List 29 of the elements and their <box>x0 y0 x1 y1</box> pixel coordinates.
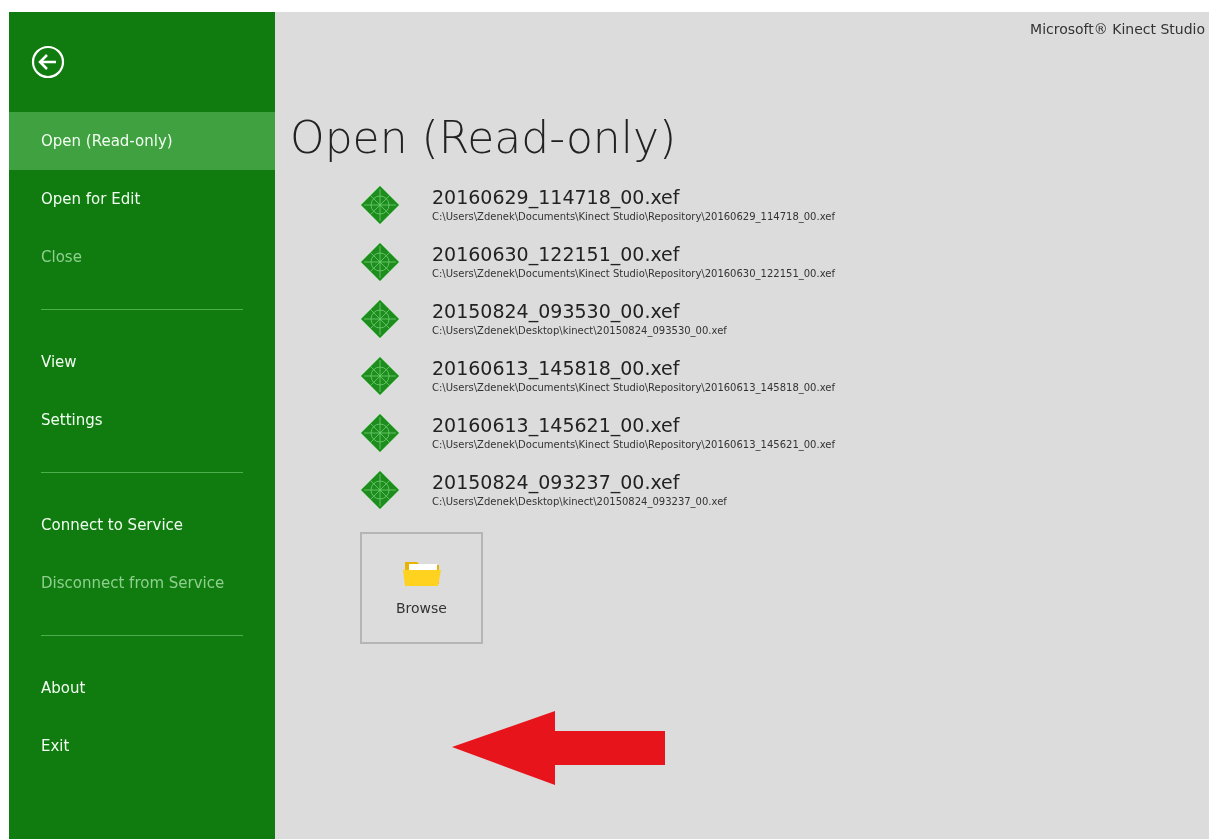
file-name[interactable]: 20160613_145818_00.xef <box>432 355 835 380</box>
menu-item[interactable]: Settings <box>9 391 275 449</box>
file-name[interactable]: 20160613_145621_00.xef <box>432 412 835 437</box>
menu-item[interactable]: View <box>9 333 275 391</box>
file-name[interactable]: 20160629_114718_00.xef <box>432 184 835 209</box>
menu-item[interactable]: Open (Read-only) <box>9 112 275 170</box>
menu-item[interactable]: Connect to Service <box>9 496 275 554</box>
file-path: C:\Users\Zdenek\Documents\Kinect Studio\Repository\20160630_122151_00.xef <box>432 266 835 282</box>
menu-item[interactable]: Exit <box>9 717 275 775</box>
file-icon <box>360 412 400 453</box>
file-path: C:\Users\Zdenek\Documents\Kinect Studio\Repository\20160629_114718_00.xef <box>432 209 835 225</box>
file-icon <box>360 241 400 282</box>
browse-button[interactable]: Browse <box>360 532 483 644</box>
file-path: C:\Users\Zdenek\Desktop\kinect\20150824_093530_00.xef <box>432 323 727 339</box>
file-name[interactable]: 20150824_093237_00.xef <box>432 469 727 494</box>
back-icon[interactable] <box>31 45 65 79</box>
file-path: C:\Users\Zdenek\Desktop\kinect\20150824_093237_00.xef <box>432 494 727 510</box>
app-title: Microsoft® Kinect Studio <box>1030 20 1205 39</box>
file-icon <box>360 469 400 510</box>
file-path: C:\Users\Zdenek\Documents\Kinect Studio\Repository\20160613_145621_00.xef <box>432 437 835 453</box>
file-icon <box>360 355 400 396</box>
file-name[interactable]: 20160630_122151_00.xef <box>432 241 835 266</box>
file-name[interactable]: 20150824_093530_00.xef <box>432 298 727 323</box>
file-icon <box>360 298 400 339</box>
file-path: C:\Users\Zdenek\Documents\Kinect Studio\Repository\20160613_145818_00.xef <box>432 380 835 396</box>
menu-item[interactable]: Open for Edit <box>9 170 275 228</box>
menu-item[interactable]: About <box>9 659 275 717</box>
file-icon <box>360 184 400 225</box>
page-heading: Open (Read-only) <box>290 111 678 165</box>
